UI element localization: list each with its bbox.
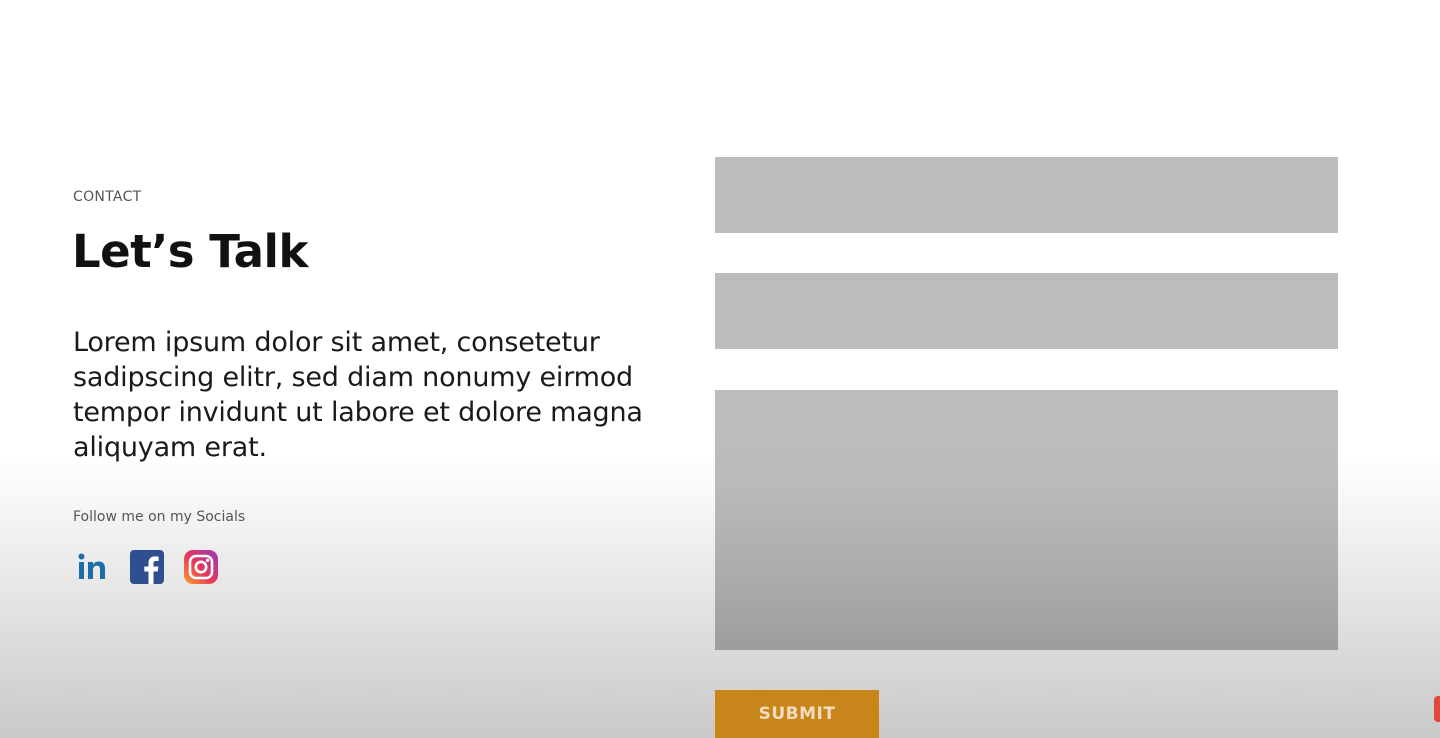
side-tab-handle[interactable] — [1434, 696, 1440, 722]
socials-label: Follow me on my Socials — [73, 509, 246, 525]
message-field[interactable] — [715, 390, 1338, 650]
social-links — [75, 549, 219, 585]
linkedin-link[interactable] — [75, 549, 111, 585]
email-field[interactable] — [715, 273, 1338, 349]
instagram-link[interactable] — [183, 549, 219, 585]
facebook-link[interactable] — [129, 549, 165, 585]
name-field[interactable] — [715, 157, 1338, 233]
section-eyebrow: CONTACT — [73, 189, 142, 205]
linkedin-icon — [78, 553, 105, 579]
instagram-icon — [184, 550, 218, 584]
submit-button[interactable]: SUBMIT — [715, 690, 879, 738]
intro-paragraph: Lorem ipsum dolor sit amet, consetetur s… — [73, 327, 643, 463]
facebook-icon — [130, 550, 164, 584]
contact-page: CONTACT Let’s Talk Lorem ipsum dolor sit… — [0, 0, 1440, 738]
page-title: Let’s Talk — [72, 225, 308, 278]
